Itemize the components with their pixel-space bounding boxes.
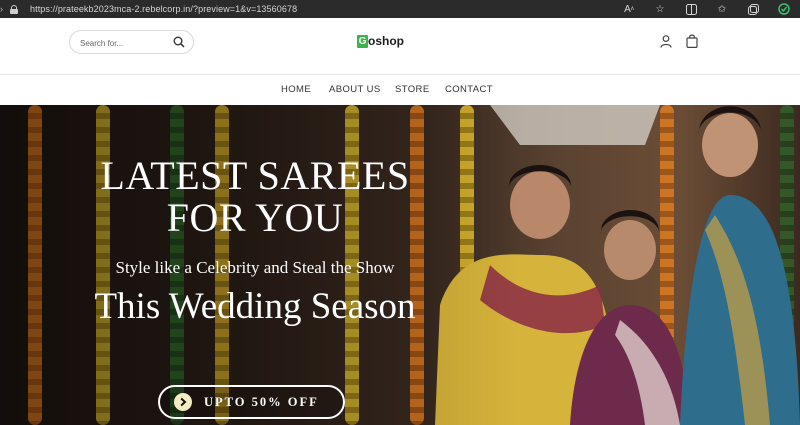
read-aloud-icon[interactable]: Aʌ [621,1,637,17]
nav-contact[interactable]: CONTACT [445,84,493,95]
hero-season: This Wedding Season [94,286,416,327]
lock-icon[interactable] [10,4,18,14]
nav-about-us[interactable]: ABOUT US [329,84,381,95]
hero-subtitle: Style like a Celebrity and Steal the Sho… [115,258,395,277]
url-text[interactable]: https://prateekb2023mca-2.rebelcorp.in/?… [30,4,297,14]
offer-button-label: UPTO 50% OFF [204,394,319,409]
hero-title: LATEST SAREES FOR YOU [60,155,450,239]
star-icon[interactable]: ☆ [652,1,668,17]
browser-toolbar: Aʌ ☆ ✩ [621,1,792,17]
site-header: G oshop [0,18,800,75]
collections-icon[interactable] [745,1,761,17]
site-logo[interactable]: G oshop [357,34,404,48]
browser-address-bar: › https://prateekb2023mca-2.rebelcorp.in… [0,0,800,18]
nav-store[interactable]: STORE [395,84,430,95]
chevron-right-icon [174,393,192,411]
logo-text: oshop [368,34,404,48]
extension-icon[interactable] [776,1,792,17]
split-screen-icon[interactable] [683,1,699,17]
hero-banner: LATEST SAREES FOR YOU Style like a Celeb… [0,105,800,425]
hero-title-line2: FOR YOU [166,195,344,240]
favorites-icon[interactable]: ✩ [714,1,730,17]
offer-button[interactable]: UPTO 50% OFF [158,385,345,419]
search-box[interactable] [69,30,194,54]
search-icon[interactable] [173,36,185,48]
main-nav: HOME ABOUT US STORE CONTACT [0,75,800,105]
search-input[interactable] [78,35,172,51]
hero-title-line1: LATEST SAREES [100,153,410,198]
logo-mark: G [357,34,368,48]
tab-chevron-icon[interactable]: › [0,4,6,14]
shopping-bag-icon[interactable] [686,34,698,48]
user-icon[interactable] [660,35,672,48]
nav-home[interactable]: HOME [281,84,311,95]
